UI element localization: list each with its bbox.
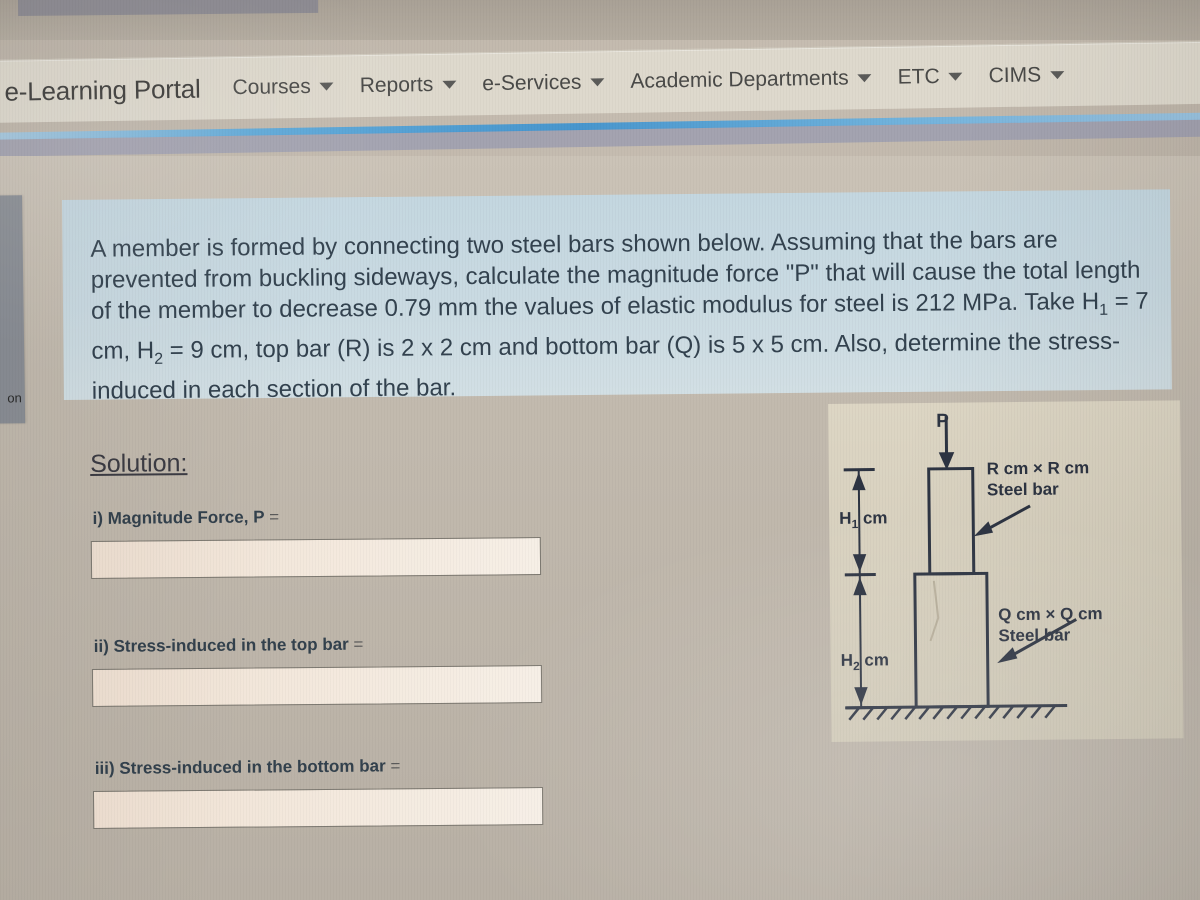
question-line-1: A member is formed by connecting two ste… (90, 226, 1017, 263)
answer-label-i: i) Magnitude Force, P = (93, 505, 559, 529)
chevron-down-icon (319, 82, 334, 91)
nav-item-e-services[interactable]: e-Services (482, 70, 605, 96)
figure-top-bar-material: Steel bar (986, 479, 1059, 500)
figure-bottom-bar-material: Steel bar (998, 625, 1071, 646)
bottom-bar-rect (913, 571, 990, 709)
top-bar-leader-arrow (973, 504, 1031, 537)
equals-sign: = (264, 507, 280, 527)
site-navbar: e-Learning Portal Courses Reports e-Serv… (0, 40, 1200, 123)
chevron-down-icon (948, 72, 963, 81)
answer-label-iii-text: iii) Stress-induced in the bottom bar (94, 756, 386, 778)
nav-item-reports[interactable]: Reports (360, 73, 457, 99)
answer-label-ii-text: ii) Stress-induced in the top bar (93, 634, 349, 656)
figure-h2-letter: H (840, 650, 854, 670)
nav-item-label: Reports (359, 72, 434, 98)
h2-subscript: 2 (154, 350, 164, 368)
question-line-4c: = 9 cm, top bar (R) is 2 x 2 cm and bott… (162, 332, 661, 364)
nav-item-label: Courses (232, 74, 311, 100)
problem-figure: P H1 cm H2 cm R cm × R cm Steel bar Q cm… (828, 400, 1184, 742)
question-line-4a: steel is 212 MPa. Take H (833, 288, 1100, 318)
chevron-down-icon (590, 78, 605, 87)
figure-top-bar-dims: R cm × R cm (986, 458, 1090, 479)
answer-label-iii: iii) Stress-induced in the bottom bar = (95, 755, 561, 779)
figure-h1-letter: H (839, 508, 852, 528)
nav-item-cims[interactable]: CIMS (988, 63, 1065, 88)
h2-dimension-line (844, 573, 878, 710)
question-text: A member is formed by connecting two ste… (90, 223, 1167, 406)
question-panel: A member is formed by connecting two ste… (62, 189, 1172, 404)
figure-top-bar-note: R cm × R cm Steel bar (987, 457, 1090, 500)
h1-subscript: 1 (1099, 301, 1109, 319)
figure-h2-label: H2 cm (841, 649, 890, 677)
nav-item-academic-departments[interactable]: Academic Departments (630, 66, 872, 94)
answer-label-ii: ii) Stress-induced in the top bar = (94, 633, 560, 657)
figure-h2-unit: cm (859, 650, 890, 670)
nav-item-label: CIMS (988, 63, 1042, 88)
answer-label-i-text: i) Magnitude Force, P (92, 507, 265, 528)
equals-sign: = (348, 634, 364, 654)
nav-item-etc[interactable]: ETC (897, 65, 963, 90)
screen-photo: e-Learning Portal Courses Reports e-Serv… (0, 0, 1200, 900)
figure-bottom-bar-dims: Q cm × Q cm (998, 604, 1103, 625)
nav-item-courses[interactable]: Courses (232, 75, 334, 101)
nav-item-label: Academic Departments (630, 66, 849, 93)
nav-item-label: e-Services (482, 70, 582, 96)
figure-load-label: P (936, 410, 949, 432)
top-bar-rect (927, 466, 976, 576)
site-brand[interactable]: e-Learning Portal (4, 73, 201, 107)
figure-h1-unit: cm (858, 508, 888, 528)
window-top-strip (0, 0, 1200, 40)
chevron-down-icon (442, 80, 457, 89)
answer-input-stress-top-bar[interactable] (91, 665, 543, 707)
figure-bottom-bar-note: Q cm × Q cm Steel bar (998, 603, 1103, 646)
chevron-down-icon (857, 74, 872, 83)
solution-heading: Solution: (89, 449, 188, 478)
answer-input-stress-bottom-bar[interactable] (92, 787, 544, 829)
chevron-down-icon (1050, 71, 1065, 80)
equals-sign: = (385, 756, 401, 776)
figure-h1-label: H1 cm (839, 507, 888, 535)
two-bar-column-diagram (843, 416, 1078, 721)
browser-chrome-sliver (18, 0, 319, 16)
nav-item-label: ETC (897, 65, 940, 89)
answer-input-magnitude-force[interactable] (90, 537, 542, 579)
